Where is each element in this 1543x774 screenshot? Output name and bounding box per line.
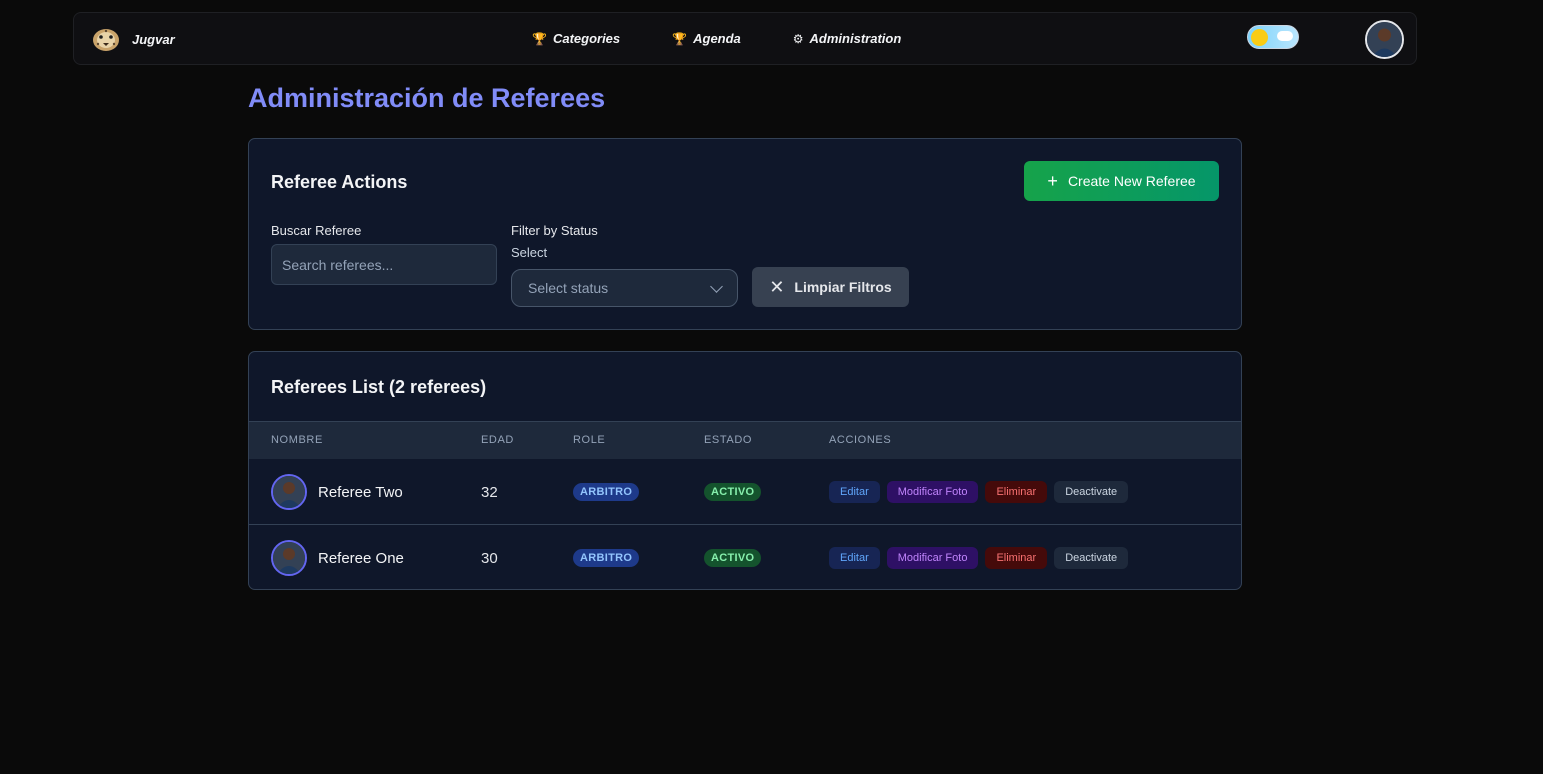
sun-icon [1251, 29, 1268, 46]
referee-status-cell: ACTIVO [704, 525, 762, 589]
actions-heading: Referee Actions [271, 172, 408, 192]
brand-name: Jugvar [132, 31, 175, 47]
column-header-status: ESTADO [704, 434, 753, 446]
delete-button[interactable]: Eliminar [985, 481, 1048, 503]
referee-age: 32 [481, 483, 498, 501]
person-icon [273, 542, 305, 574]
referee-avatar [271, 474, 307, 510]
column-header-role: ROLE [573, 434, 606, 446]
referee-role-cell: ARBITRO [573, 525, 640, 589]
create-referee-button[interactable]: + Create New Referee [1024, 161, 1219, 201]
clear-filters-button[interactable]: ✕ Limpiar Filtros [752, 267, 909, 307]
nav-links: 🏆 Categories 🏆 Agenda ⚙ Administration [532, 31, 901, 46]
table-row: Referee One 30 ARBITRO ACTIVO Editar Mod… [249, 524, 1241, 589]
brand[interactable]: Jugvar [90, 25, 175, 53]
nav-categories-label: Categories [552, 31, 621, 46]
cloud-icon [1277, 31, 1293, 41]
create-referee-label: Create New Referee [1067, 173, 1196, 189]
status-select-label: Select [511, 245, 548, 260]
top-navbar: Jugvar 🏆 Categories 🏆 Agenda ⚙ Administr… [73, 12, 1417, 65]
edit-button[interactable]: Editar [829, 547, 880, 569]
column-header-actions: ACCIONES [829, 434, 892, 446]
page-title: Administración de Referees [248, 83, 606, 113]
referee-age: 30 [481, 549, 498, 567]
referee-name-cell: Referee Two [271, 459, 403, 525]
status-select-placeholder: Select status [528, 280, 609, 296]
nav-agenda-label: Agenda [693, 31, 741, 46]
nav-administration[interactable]: ⚙ Administration [793, 31, 902, 46]
referee-name: Referee One [318, 549, 404, 567]
referee-actions-card: Referee Actions + Create New Referee Bus… [248, 138, 1242, 330]
nav-categories[interactable]: 🏆 Categories [532, 31, 620, 46]
deactivate-button[interactable]: Deactivate [1054, 481, 1129, 503]
person-icon [1367, 22, 1402, 57]
column-header-age: EDAD [481, 434, 514, 446]
nav-agenda[interactable]: 🏆 Agenda [672, 31, 741, 46]
table-header: NOMBRE EDAD ROLE ESTADO ACCIONES [249, 421, 1241, 458]
referees-list-card: Referees List (2 referees) NOMBRE EDAD R… [248, 351, 1242, 590]
chevron-down-icon [710, 279, 723, 293]
referee-name: Referee Two [318, 483, 403, 501]
status-badge: ACTIVO [704, 483, 762, 501]
theme-toggle[interactable] [1247, 25, 1299, 49]
role-badge: ARBITRO [573, 483, 640, 501]
referee-actions-cell: Editar Modificar Foto Eliminar Deactivat… [829, 525, 1129, 589]
nav-administration-label: Administration [809, 31, 902, 46]
referee-actions-cell: Editar Modificar Foto Eliminar Deactivat… [829, 459, 1129, 525]
clear-filters-label: Limpiar Filtros [794, 279, 892, 295]
role-badge: ARBITRO [573, 549, 640, 567]
referee-avatar [271, 540, 307, 576]
deactivate-button[interactable]: Deactivate [1054, 547, 1129, 569]
table-row: Referee Two 32 ARBITRO ACTIVO Editar Mod… [249, 458, 1241, 524]
close-icon: ✕ [769, 277, 785, 297]
trophy-icon: 🏆 [532, 31, 547, 46]
search-input[interactable] [271, 244, 497, 285]
delete-button[interactable]: Eliminar [985, 547, 1048, 569]
gear-icon: ⚙ [792, 31, 804, 46]
modify-photo-button[interactable]: Modificar Foto [886, 547, 979, 569]
edit-button[interactable]: Editar [829, 481, 880, 503]
referee-role-cell: ARBITRO [573, 459, 640, 525]
referee-name-cell: Referee One [271, 525, 404, 589]
person-icon [273, 476, 305, 508]
list-heading: Referees List (2 referees) [271, 377, 487, 397]
search-label: Buscar Referee [271, 223, 362, 238]
modify-photo-button[interactable]: Modificar Foto [886, 481, 979, 503]
plus-icon: + [1047, 171, 1058, 191]
jaguar-logo-icon [93, 29, 119, 51]
status-filter-label: Filter by Status [511, 223, 598, 238]
user-avatar[interactable] [1365, 20, 1404, 59]
status-badge: ACTIVO [704, 549, 762, 567]
trophy-icon: 🏆 [672, 31, 688, 46]
column-header-name: NOMBRE [271, 434, 323, 446]
referee-status-cell: ACTIVO [704, 459, 762, 525]
status-select[interactable]: Select status [511, 269, 738, 307]
